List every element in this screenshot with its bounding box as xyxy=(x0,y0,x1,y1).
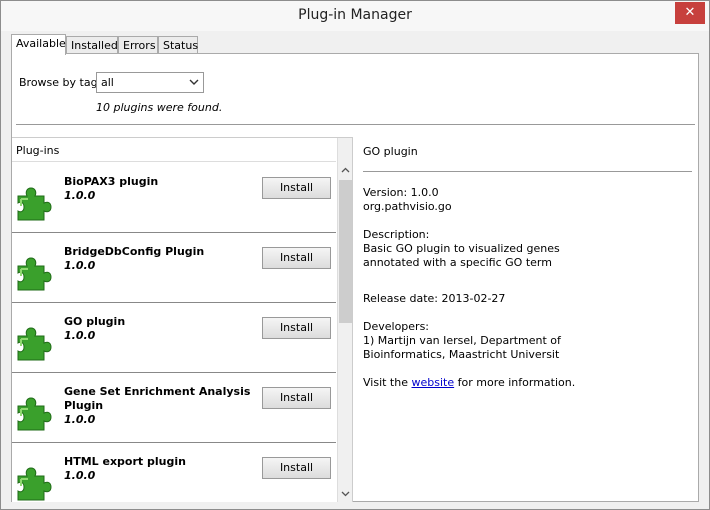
title-bar: Plug-in Manager ✕ xyxy=(1,1,709,31)
install-button[interactable]: Install xyxy=(262,177,331,199)
plugin-version: 1.0.0 xyxy=(64,259,96,272)
website-link[interactable]: website xyxy=(412,376,455,389)
divider xyxy=(16,124,695,125)
puzzle-piece-icon xyxy=(17,467,52,501)
plugin-detail: GO plugin Version: 1.0.0 org.pathvisio.g… xyxy=(363,145,693,404)
detail-title: GO plugin xyxy=(363,145,418,158)
plugin-row[interactable]: BridgeDbConfig Plugin 1.0.0 Install xyxy=(12,233,336,303)
plugin-name: BioPAX3 plugin xyxy=(64,175,159,188)
detail-description: Description: Basic GO plugin to visualiz… xyxy=(363,228,560,269)
detail-visit: Visit the website for more information. xyxy=(363,376,576,389)
plugin-row[interactable]: GO plugin 1.0.0 Install xyxy=(12,303,336,373)
plugin-list-header: Plug-ins xyxy=(12,138,336,162)
close-button[interactable]: ✕ xyxy=(675,2,705,24)
plugin-name: GO plugin xyxy=(64,315,126,328)
install-button[interactable]: Install xyxy=(262,247,331,269)
tab-status[interactable]: Status xyxy=(158,36,198,54)
puzzle-piece-icon xyxy=(17,397,52,431)
detail-divider xyxy=(363,171,692,172)
chevron-down-icon xyxy=(189,75,199,92)
plugin-row[interactable]: Gene Set Enrichment Analysis Plugin 1.0.… xyxy=(12,373,336,443)
puzzle-piece-icon xyxy=(17,257,52,291)
tab-available[interactable]: Available xyxy=(11,34,66,55)
install-button[interactable]: Install xyxy=(262,457,331,479)
detail-developers: Developers: 1) Martijn van Iersel, Depar… xyxy=(363,320,561,361)
plugin-name: BridgeDbConfig Plugin xyxy=(64,245,205,258)
puzzle-piece-icon xyxy=(17,187,52,221)
plugin-list: Plug-ins BioPAX3 plugin 1.0.0 Install Br… xyxy=(12,137,353,502)
scroll-up-icon[interactable] xyxy=(338,163,352,179)
detail-release-date: Release date: 2013-02-27 xyxy=(363,292,506,305)
close-icon: ✕ xyxy=(684,5,696,20)
plugin-manager-window: Plug-in Manager ✕ Available Installed Er… xyxy=(0,0,710,510)
plugin-version: 1.0.0 xyxy=(64,469,96,482)
available-panel: Browse by tag all 10 plugins were found.… xyxy=(11,53,699,502)
plugin-name: HTML export plugin xyxy=(64,455,186,468)
tab-installed[interactable]: Installed xyxy=(66,36,118,54)
plugin-list-scrollbar[interactable] xyxy=(337,138,352,502)
tag-select[interactable]: all xyxy=(96,72,204,93)
detail-version: Version: 1.0.0 org.pathvisio.go xyxy=(363,186,452,213)
plugin-version: 1.0.0 xyxy=(64,189,96,202)
install-button[interactable]: Install xyxy=(262,317,331,339)
plugin-version: 1.0.0 xyxy=(64,413,96,426)
plugin-version: 1.0.0 xyxy=(64,329,96,342)
plugin-row[interactable]: HTML export plugin 1.0.0 Install xyxy=(12,443,336,502)
tab-errors[interactable]: Errors xyxy=(118,36,158,54)
plugins-found-count: 10 plugins were found. xyxy=(96,101,223,114)
plugin-name: Gene Set Enrichment Analysis Plugin xyxy=(64,385,251,412)
tag-select-value: all xyxy=(101,76,114,89)
browse-by-tag-label: Browse by tag xyxy=(19,76,98,89)
window-title: Plug-in Manager xyxy=(298,7,412,23)
install-button[interactable]: Install xyxy=(262,387,331,409)
puzzle-piece-icon xyxy=(17,327,52,361)
scroll-thumb[interactable] xyxy=(339,180,352,323)
scroll-down-icon[interactable] xyxy=(338,487,352,502)
plugin-row[interactable]: BioPAX3 plugin 1.0.0 Install xyxy=(12,163,336,233)
